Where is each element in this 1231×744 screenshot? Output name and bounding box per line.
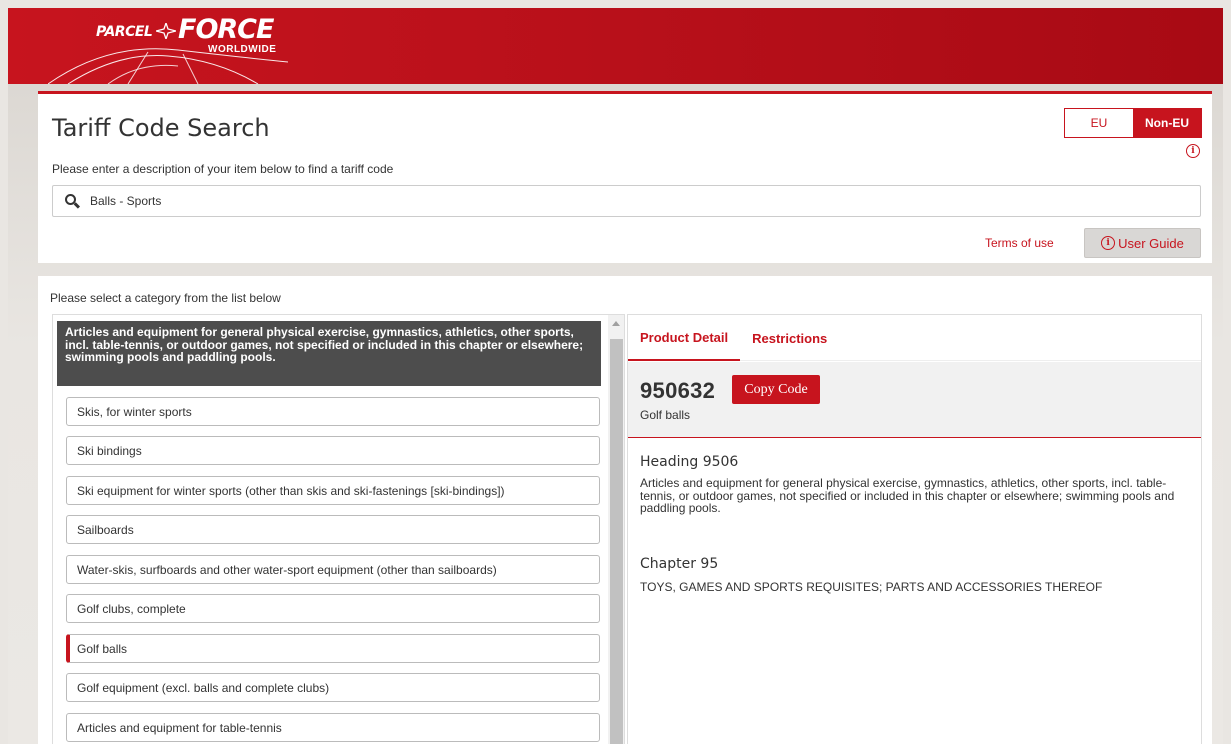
search-instructions: Please enter a description of your item … xyxy=(52,162,394,176)
list-item[interactable]: Golf equipment (excl. balls and complete… xyxy=(66,673,600,702)
list-scrollbar[interactable] xyxy=(608,315,624,744)
site-header: PARCEL FORCE WORLDWIDE xyxy=(8,8,1223,84)
search-box[interactable] xyxy=(52,185,1201,217)
category-header: Articles and equipment for general physi… xyxy=(57,321,601,386)
info-icon: i xyxy=(1101,236,1116,250)
list-item[interactable]: Ski equipment for winter sports (other t… xyxy=(66,476,600,505)
search-panel: Tariff Code Search EU Non-EU i Please en… xyxy=(38,91,1212,263)
scrollbar-thumb[interactable] xyxy=(610,339,623,744)
logo-text-parcel: PARCEL xyxy=(96,24,153,40)
eu-toggle-button[interactable]: EU xyxy=(1065,109,1133,137)
list-item[interactable]: Golf clubs, complete xyxy=(66,594,600,623)
copy-code-button[interactable]: Copy Code xyxy=(732,375,820,404)
logo-text-worldwide: WORLDWIDE xyxy=(208,44,277,55)
list-item[interactable]: Articles and equipment for table-tennis xyxy=(66,713,600,742)
search-icon xyxy=(65,193,81,209)
results-panel: Please select a category from the list b… xyxy=(38,276,1212,744)
category-list[interactable]: Articles and equipment for general physi… xyxy=(52,314,625,744)
logo-star-icon xyxy=(156,23,176,39)
list-item[interactable]: Water-skis, surfboards and other water-s… xyxy=(66,555,600,584)
info-icon[interactable]: i xyxy=(1186,144,1200,158)
user-guide-label: User Guide xyxy=(1118,235,1184,251)
category-instructions: Please select a category from the list b… xyxy=(50,291,281,305)
page-title: Tariff Code Search xyxy=(52,114,270,142)
chapter-title: Chapter 95 xyxy=(640,556,719,572)
tab-restrictions[interactable]: Restrictions xyxy=(740,315,839,361)
detail-tabs: Product Detail Restrictions xyxy=(628,315,1201,361)
terms-of-use-link[interactable]: Terms of use xyxy=(985,236,1054,250)
chapter-description: TOYS, GAMES AND SPORTS REQUISITES; PARTS… xyxy=(640,580,1103,594)
list-item[interactable]: Sailboards xyxy=(66,515,600,544)
region-toggle: EU Non-EU xyxy=(1064,108,1202,138)
logo-text-force: FORCE xyxy=(178,14,274,45)
list-item-selected[interactable]: Golf balls xyxy=(66,634,600,663)
list-item[interactable]: Ski bindings xyxy=(66,436,600,465)
non-eu-toggle-button[interactable]: Non-EU xyxy=(1133,109,1201,137)
heading-title: Heading 9506 xyxy=(640,454,739,470)
heading-description: Articles and equipment for general physi… xyxy=(640,476,1175,515)
search-input[interactable] xyxy=(90,194,1090,208)
list-item[interactable]: Skis, for winter sports xyxy=(66,397,600,426)
tariff-code: 950632 xyxy=(640,378,716,403)
code-description: Golf balls xyxy=(640,408,691,422)
tab-product-detail[interactable]: Product Detail xyxy=(628,315,741,361)
detail-panel: Product Detail Restrictions 950632 Copy … xyxy=(627,314,1202,744)
user-guide-button[interactable]: i User Guide xyxy=(1084,228,1201,258)
code-summary: 950632 Copy Code Golf balls xyxy=(628,362,1201,438)
scroll-up-arrow-icon[interactable] xyxy=(612,321,620,326)
